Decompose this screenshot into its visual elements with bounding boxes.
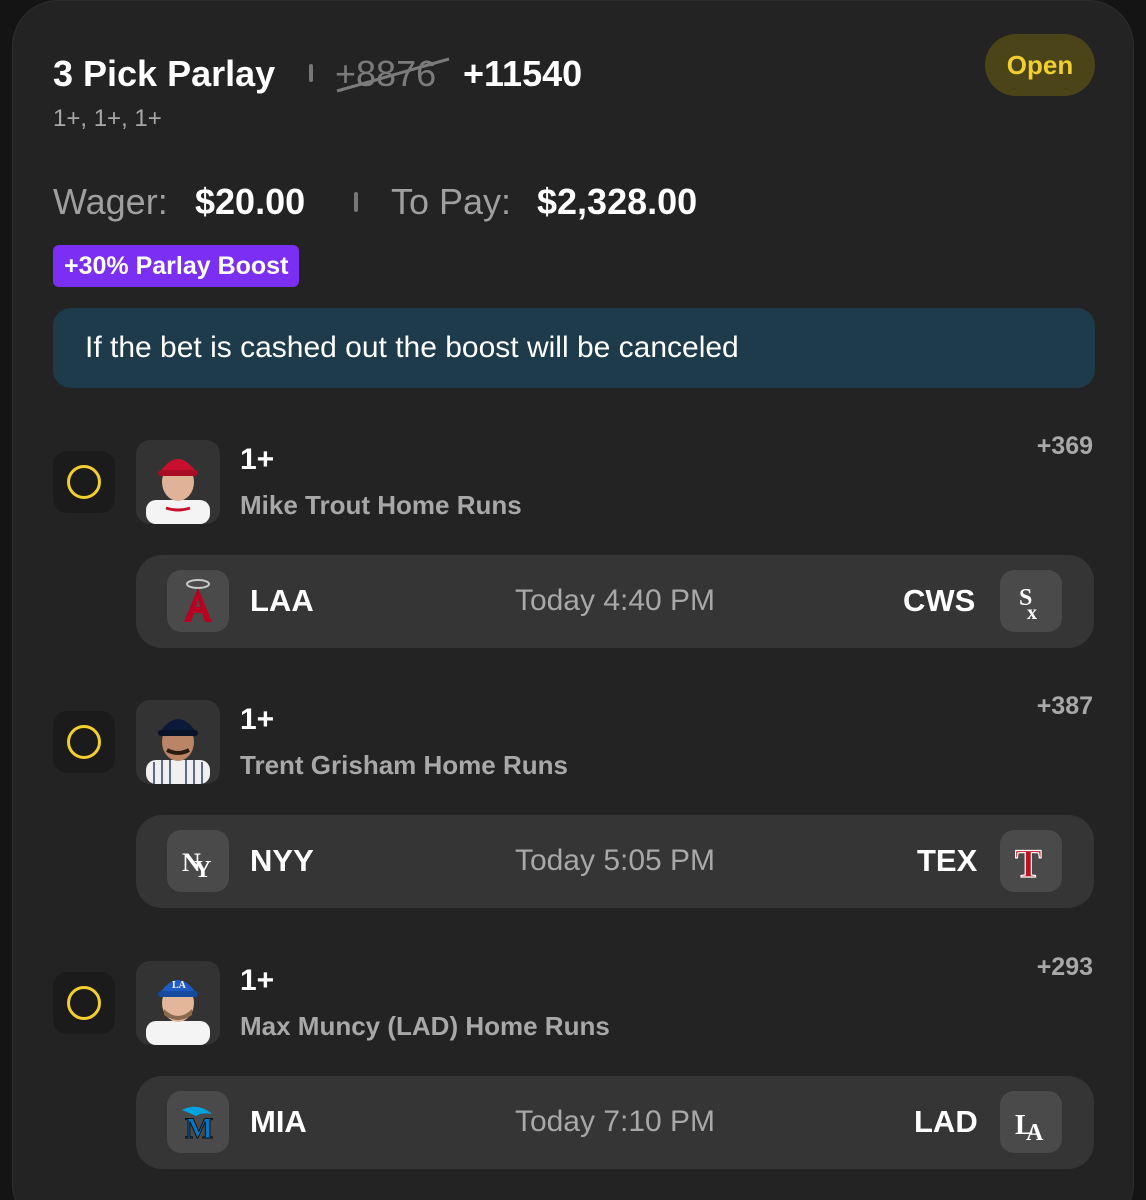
white-sox-logo-icon: S x — [1000, 570, 1062, 632]
game-bar[interactable]: LAA Today 4:40 PM CWS S x — [136, 555, 1094, 648]
player-headshot — [136, 700, 220, 784]
yankees-logo-icon: N Y — [167, 830, 229, 892]
player-headshot: LA — [136, 961, 220, 1045]
leg-odds: +293 — [1036, 953, 1093, 981]
leg-odds: +387 — [1036, 692, 1093, 720]
original-odds: +8876 — [335, 53, 450, 95]
game-bar[interactable]: M MIA Today 7:10 PM LAD L A — [136, 1076, 1094, 1169]
to-pay-label: To Pay: — [391, 181, 512, 222]
marlins-logo-icon: M — [167, 1091, 229, 1153]
pending-circle-icon — [67, 725, 101, 759]
svg-text:x: x — [1027, 602, 1037, 623]
player-headshot — [136, 440, 220, 524]
home-team: TEX — [917, 843, 978, 878]
game-time: Today 7:10 PM — [514, 1105, 716, 1138]
leg-market: Max Muncy (LAD) Home Runs — [240, 1011, 610, 1041]
status-badge: Open — [985, 34, 1095, 96]
svg-text:LA: LA — [172, 980, 187, 991]
leg-line: 1+ — [240, 703, 275, 736]
leg-market: Mike Trout Home Runs — [240, 490, 522, 520]
leg-status — [53, 451, 115, 513]
svg-text:T: T — [1015, 841, 1042, 883]
boost-cancel-notice: If the bet is cashed out the boost will … — [53, 308, 1095, 388]
home-team: CWS — [903, 583, 976, 618]
leg-line: 1+ — [240, 443, 275, 476]
svg-text:Y: Y — [194, 857, 211, 883]
rangers-logo-icon: T — [1000, 830, 1062, 892]
leg-line: 1+ — [240, 964, 275, 997]
wager-divider — [354, 192, 358, 212]
away-team: LAA — [250, 583, 314, 618]
angels-logo-icon — [167, 570, 229, 632]
game-time: Today 5:05 PM — [514, 844, 716, 877]
boosted-odds: +11540 — [463, 53, 583, 94]
leg-status — [53, 972, 115, 1034]
leg-market: Trent Grisham Home Runs — [240, 750, 568, 780]
parlay-subtitle: 1+, 1+, 1+ — [53, 105, 162, 132]
game-time: Today 4:40 PM — [514, 584, 716, 617]
leg-status — [53, 711, 115, 773]
svg-text:A: A — [1026, 1120, 1044, 1144]
leg-odds: +369 — [1036, 432, 1093, 460]
home-team: LAD — [914, 1104, 978, 1139]
strikethrough-line — [336, 57, 450, 93]
svg-text:M: M — [185, 1112, 213, 1144]
parlay-title: 3 Pick Parlay — [53, 53, 276, 94]
wager-label: Wager: — [53, 181, 168, 222]
dodgers-logo-icon: L A — [1000, 1091, 1062, 1153]
parlay-card[interactable]: 3 Pick Parlay +8876 +11540 1+, 1+, 1+ Op… — [12, 0, 1134, 1200]
wager-value: $20.00 — [195, 181, 306, 222]
title-divider — [309, 64, 313, 82]
player-avatar-icon: LA — [146, 980, 210, 1045]
to-pay-value: $2,328.00 — [537, 181, 698, 222]
parlay-boost-badge: +30% Parlay Boost — [53, 245, 300, 287]
away-team: NYY — [250, 843, 314, 878]
away-team: MIA — [250, 1104, 307, 1139]
pending-circle-icon — [67, 986, 101, 1020]
player-avatar-icon — [146, 459, 210, 524]
game-bar[interactable]: N Y NYY Today 5:05 PM TEX T — [136, 815, 1094, 908]
player-avatar-icon — [146, 719, 210, 784]
pending-circle-icon — [67, 465, 101, 499]
